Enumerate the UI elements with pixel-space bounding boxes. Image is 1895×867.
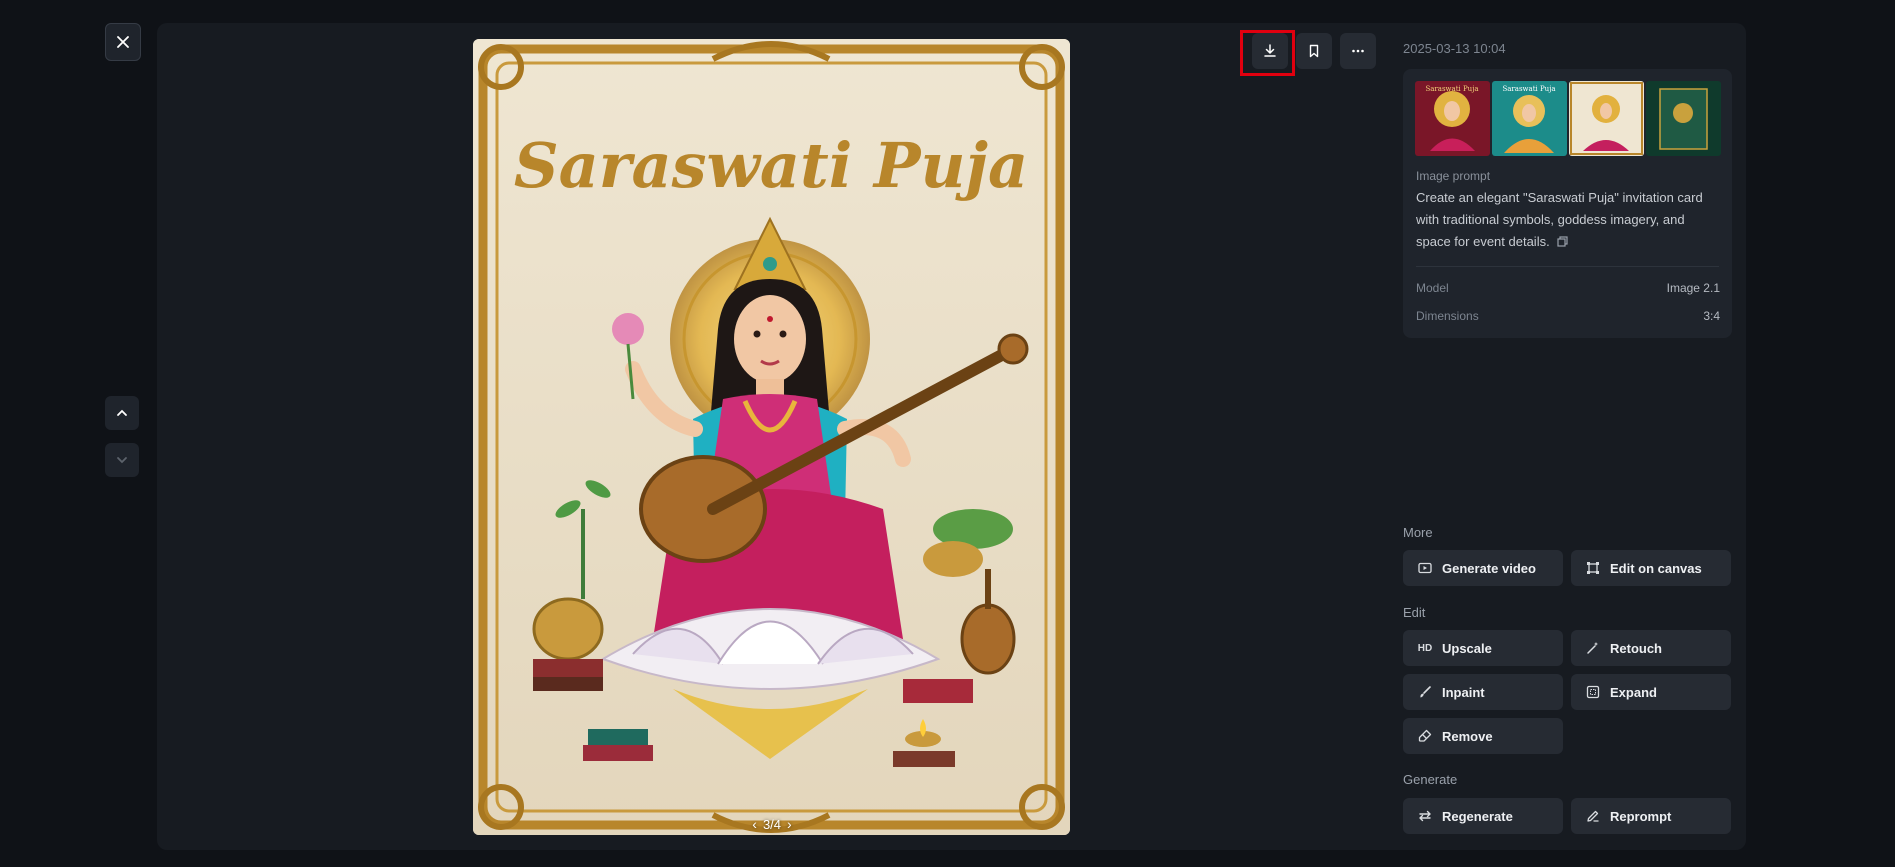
retouch-button[interactable]: Retouch <box>1571 630 1731 666</box>
chevron-down-icon <box>117 457 127 464</box>
divider <box>1416 266 1719 267</box>
edit-on-canvas-label: Edit on canvas <box>1610 560 1702 576</box>
next-image-button[interactable] <box>105 443 139 477</box>
pencil-icon <box>1585 808 1601 824</box>
inpaint-label: Inpaint <box>1442 684 1485 700</box>
reprompt-label: Reprompt <box>1610 808 1672 824</box>
model-value: Image 2.1 <box>1666 281 1720 295</box>
pager-prev-icon[interactable]: ‹ <box>752 816 757 832</box>
thumbnail-strip: Saraswati Puja Saraswati Puja <box>1415 81 1721 156</box>
timestamp: 2025-03-13 10:04 <box>1403 41 1506 56</box>
ellipsis-icon <box>1352 49 1364 53</box>
reprompt-button[interactable]: Reprompt <box>1571 798 1731 834</box>
refresh-icon <box>1417 808 1433 824</box>
section-more-label: More <box>1403 525 1433 540</box>
section-edit-label: Edit <box>1403 605 1426 620</box>
thumbnail-1[interactable]: Saraswati Puja <box>1415 81 1490 156</box>
info-card: Saraswati Puja Saraswati Puja Image prom… <box>1403 69 1732 338</box>
copy-icon[interactable] <box>1557 236 1568 247</box>
dimensions-key: Dimensions <box>1416 309 1479 323</box>
upscale-button[interactable]: HD Upscale <box>1403 630 1563 666</box>
regenerate-label: Regenerate <box>1442 808 1513 824</box>
upscale-label: Upscale <box>1442 640 1492 656</box>
image-pager: ‹ 3/4 › <box>743 814 801 834</box>
thumbnail-2[interactable]: Saraswati Puja <box>1492 81 1567 156</box>
generate-video-button[interactable]: Generate video <box>1403 550 1563 586</box>
close-button[interactable] <box>105 23 141 61</box>
prompt-text: Create an elegant "Saraswati Puja" invit… <box>1416 187 1722 253</box>
thumbnail-4[interactable] <box>1646 81 1721 156</box>
saraswati-illustration: Saraswati Puja <box>473 39 1070 835</box>
hd-icon: HD <box>1417 642 1433 654</box>
thumbnail-1-title: Saraswati Puja <box>1425 85 1478 93</box>
section-generate-label: Generate <box>1403 772 1458 787</box>
dimensions-row: Dimensions 3:4 <box>1416 309 1720 323</box>
prompt-label: Image prompt <box>1416 169 1491 183</box>
model-row: Model Image 2.1 <box>1416 281 1720 295</box>
download-icon <box>1264 44 1276 57</box>
pager-count: 3/4 <box>762 816 782 832</box>
generated-image[interactable]: Saraswati Puja <box>473 39 1070 835</box>
edit-on-canvas-button[interactable]: Edit on canvas <box>1571 550 1731 586</box>
remove-button[interactable]: Remove <box>1403 718 1563 754</box>
bookmark-icon <box>1309 44 1319 58</box>
eraser-icon <box>1417 728 1433 744</box>
canvas-icon <box>1585 560 1601 576</box>
inpaint-button[interactable]: Inpaint <box>1403 674 1563 710</box>
thumbnail-3[interactable] <box>1569 81 1644 156</box>
chevron-up-icon <box>117 409 127 416</box>
pager-next-icon[interactable]: › <box>787 816 792 832</box>
expand-button[interactable]: Expand <box>1571 674 1731 710</box>
regenerate-button[interactable]: Regenerate <box>1403 798 1563 834</box>
expand-label: Expand <box>1610 684 1657 700</box>
thumbnail-2-title: Saraswati Puja <box>1502 85 1555 93</box>
image-title-text: Saraswati Puja <box>514 129 1028 202</box>
dimensions-value: 3:4 <box>1703 309 1720 323</box>
download-button[interactable] <box>1252 33 1288 69</box>
more-options-button[interactable] <box>1340 33 1376 69</box>
brush-icon <box>1417 684 1433 700</box>
close-icon <box>117 36 129 48</box>
model-key: Model <box>1416 281 1449 295</box>
bookmark-button[interactable] <box>1296 33 1332 69</box>
video-icon <box>1417 560 1433 576</box>
remove-label: Remove <box>1442 728 1493 744</box>
generate-video-label: Generate video <box>1442 560 1536 576</box>
magic-wand-icon <box>1585 640 1601 656</box>
expand-icon <box>1585 684 1601 700</box>
previous-image-button[interactable] <box>105 396 139 430</box>
retouch-label: Retouch <box>1610 640 1662 656</box>
